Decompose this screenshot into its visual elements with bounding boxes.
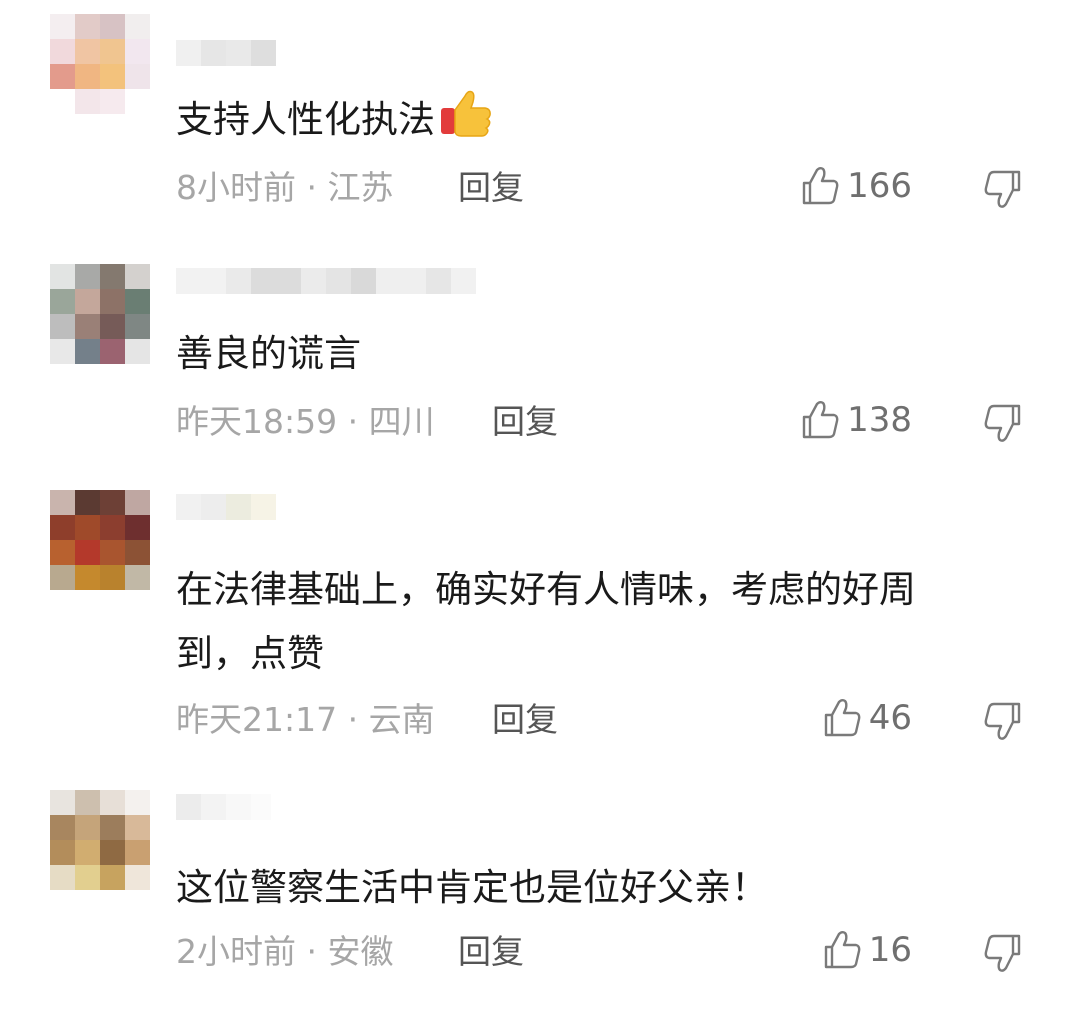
comment-text: 支持人性化执法 — [176, 86, 493, 152]
avatar[interactable] — [50, 490, 150, 590]
comment-time: 2小时前 — [176, 932, 296, 971]
comment-text-line: 在法律基础上，确实好有人情味，考虑的好周 — [176, 568, 916, 611]
like-count: 138 — [847, 400, 912, 440]
thumbs-down-outline-icon[interactable] — [980, 168, 1022, 210]
comment-meta: 8小时前 · 江苏 — [176, 168, 394, 207]
thumbs-up-outline-icon — [824, 699, 861, 737]
comment-location: 云南 — [368, 700, 435, 739]
reply-button[interactable]: 回复 — [492, 700, 558, 740]
thumbs-up-outline-icon — [802, 167, 839, 205]
like-count: 46 — [868, 698, 912, 738]
comment-time: 昨天21:17 — [176, 700, 338, 739]
avatar[interactable] — [50, 790, 150, 890]
comment-text: 善良的谎言 — [176, 332, 361, 375]
username-blurred[interactable] — [176, 40, 276, 66]
like-button[interactable]: 46 — [823, 698, 912, 738]
comment-text-line: 到，点赞 — [176, 632, 324, 675]
username-blurred[interactable] — [176, 494, 276, 520]
comment-location: 四川 — [368, 402, 435, 441]
comment-text: 这位警察生活中肯定也是位好父亲！ — [176, 866, 768, 909]
username-blurred[interactable] — [176, 268, 476, 294]
comment-time: 8小时前 — [176, 168, 296, 207]
avatar[interactable] — [50, 14, 150, 114]
comment-text: 在法律基础上，确实好有人情味，考虑的好周 到，点赞 — [176, 558, 916, 686]
like-count: 166 — [847, 166, 912, 206]
thumbs-down-outline-icon[interactable] — [980, 700, 1022, 742]
thumbs-up-outline-icon — [824, 931, 861, 969]
like-count: 16 — [868, 930, 912, 970]
reply-button[interactable]: 回复 — [458, 168, 524, 208]
comment-meta: 2小时前 · 安徽 — [176, 932, 394, 971]
like-button[interactable]: 16 — [823, 930, 912, 970]
comment-meta: 昨天18:59 · 四川 — [176, 402, 435, 441]
comment-location: 江苏 — [327, 168, 394, 207]
reply-button[interactable]: 回复 — [492, 402, 558, 442]
reply-button[interactable]: 回复 — [458, 932, 524, 972]
comment-list: { "comments": [ { "text": "支持人性化执法", "em… — [0, 0, 1080, 1013]
thumbs-up-emoji-icon — [441, 90, 491, 137]
thumbs-up-outline-icon — [802, 401, 839, 439]
thumbs-down-outline-icon[interactable] — [980, 932, 1022, 974]
comment-location: 安徽 — [327, 932, 394, 971]
avatar[interactable] — [50, 264, 150, 364]
username-blurred[interactable] — [176, 794, 271, 820]
comment-meta: 昨天21:17 · 云南 — [176, 700, 435, 739]
like-button[interactable]: 166 — [801, 166, 912, 206]
thumbs-down-outline-icon[interactable] — [980, 402, 1022, 444]
like-button[interactable]: 138 — [801, 400, 912, 440]
comment-time: 昨天18:59 — [176, 402, 338, 441]
